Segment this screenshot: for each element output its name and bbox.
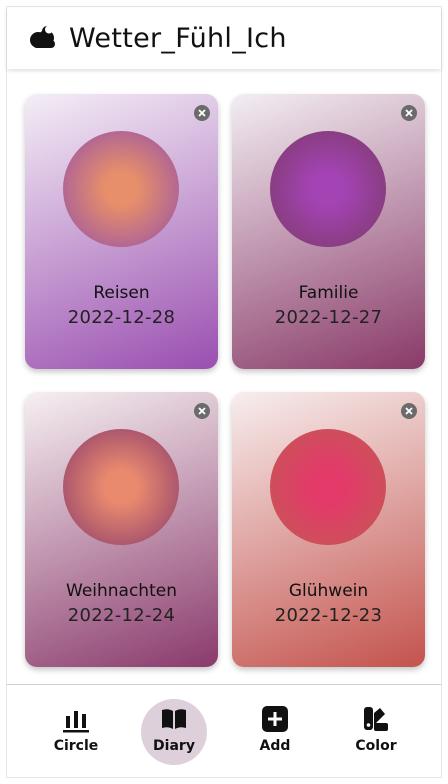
mood-circle — [270, 429, 386, 545]
app-title: Wetter_Fühl_Ich — [69, 22, 287, 54]
diary-card[interactable]: Familie 2022-12-27 — [232, 94, 425, 369]
mood-circle — [63, 131, 179, 247]
nav-label: Diary — [153, 738, 195, 754]
card-date: 2022-12-27 — [274, 307, 383, 328]
nav-label: Circle — [53, 738, 99, 754]
card-date: 2022-12-23 — [274, 605, 383, 626]
nav-label: Add — [259, 738, 291, 754]
bottom-navigation: Circle Diary Add Color — [7, 684, 441, 777]
nav-diary[interactable]: Diary — [141, 699, 207, 765]
nav-circle[interactable]: Circle — [43, 699, 109, 765]
nav-color[interactable]: Color — [343, 699, 409, 765]
app-frame: Wetter_Fühl_Ich Reisen 2022-12-28 Famili… — [6, 6, 442, 778]
close-icon[interactable] — [194, 105, 210, 121]
plus-square-icon — [261, 705, 289, 733]
card-date: 2022-12-24 — [67, 605, 176, 626]
diary-grid: Reisen 2022-12-28 Familie 2022-12-27 Wei… — [7, 69, 441, 684]
card-title: Reisen — [93, 283, 150, 303]
swatch-icon — [362, 705, 390, 733]
cloud-moon-icon — [27, 21, 61, 55]
nav-label: Color — [355, 738, 397, 754]
diary-card[interactable]: Weihnachten 2022-12-24 — [25, 392, 218, 667]
book-icon — [160, 705, 188, 733]
nav-add[interactable]: Add — [242, 699, 308, 765]
card-title: Familie — [298, 283, 359, 303]
card-title: Glühwein — [288, 581, 369, 601]
card-title: Weihnachten — [66, 581, 177, 601]
close-icon[interactable] — [194, 403, 210, 419]
close-icon[interactable] — [401, 105, 417, 121]
mood-circle — [63, 429, 179, 545]
close-icon[interactable] — [401, 403, 417, 419]
diary-card[interactable]: Reisen 2022-12-28 — [25, 94, 218, 369]
card-date: 2022-12-28 — [67, 307, 176, 328]
bar-chart-icon — [62, 705, 90, 733]
mood-circle — [270, 131, 386, 247]
top-app-bar: Wetter_Fühl_Ich — [7, 7, 441, 69]
diary-card[interactable]: Glühwein 2022-12-23 — [232, 392, 425, 667]
